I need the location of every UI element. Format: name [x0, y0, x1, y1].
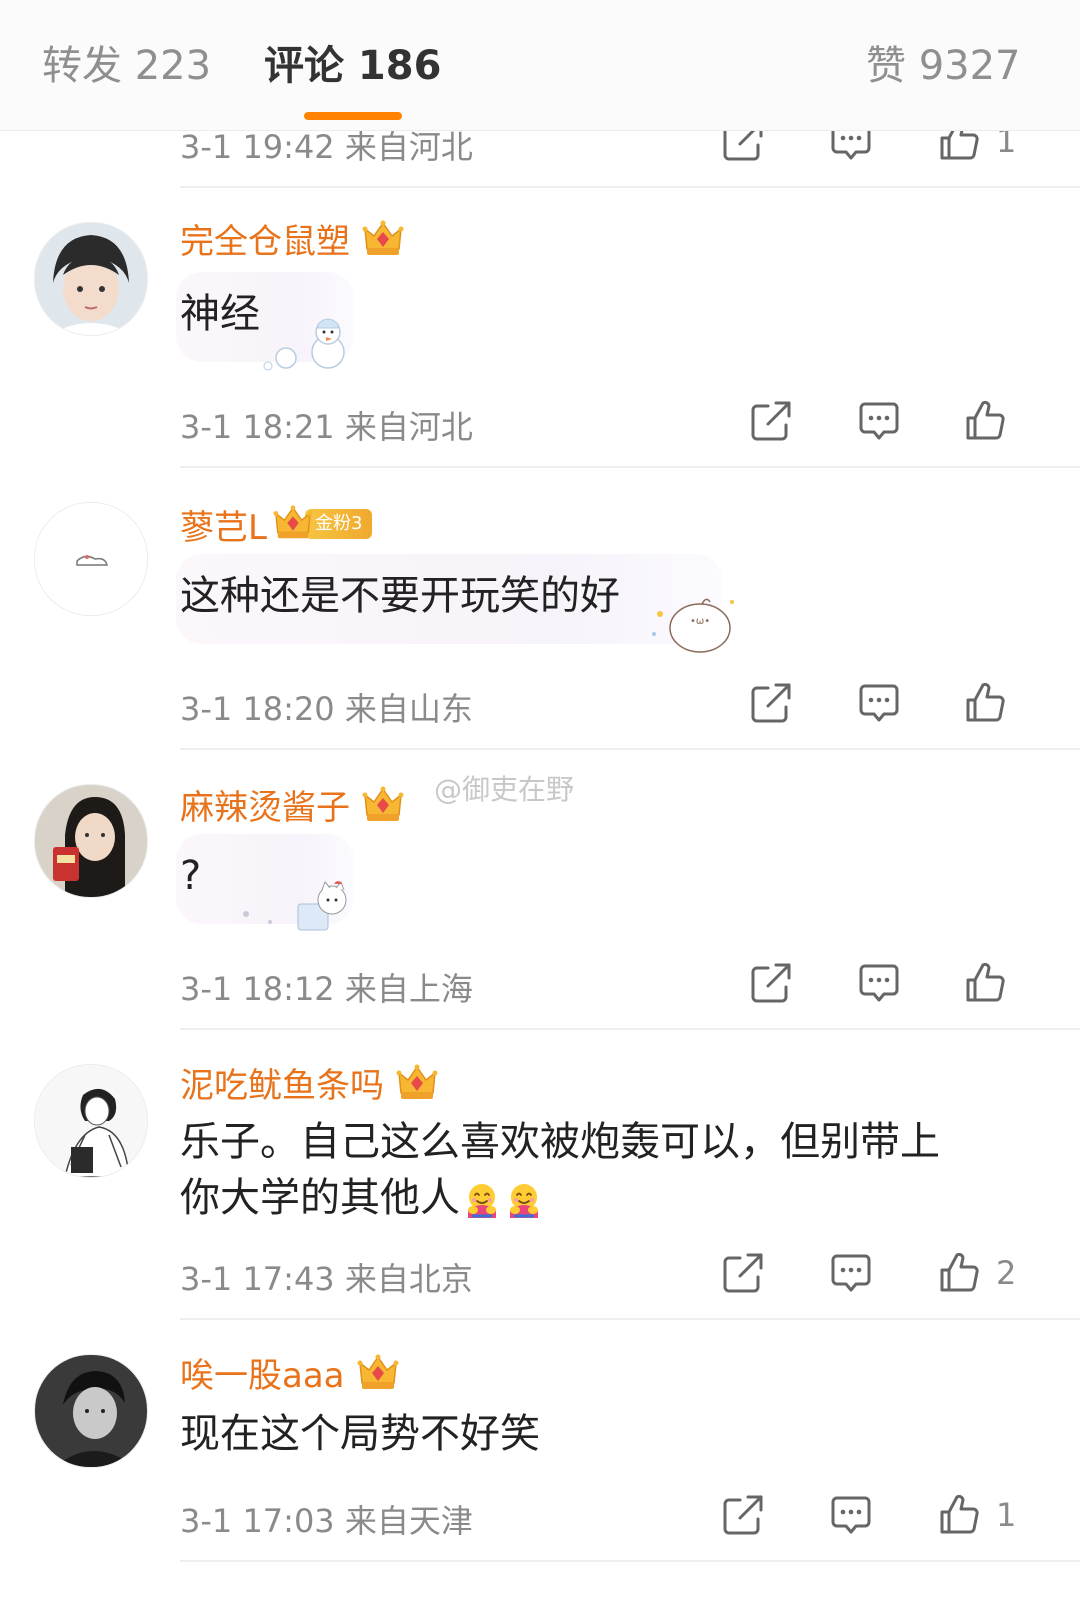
comment-icon: [828, 1492, 874, 1538]
like-button[interactable]: [936, 1492, 982, 1538]
comment-text-line-2: 你大学的其他人: [180, 1170, 544, 1226]
crown-icon: [273, 503, 313, 543]
avatar[interactable]: [34, 784, 148, 898]
comment-meta-row: 3-1 18:20 来自山东: [180, 680, 1040, 730]
divider: [180, 466, 1080, 468]
username[interactable]: 麻辣烫酱子: [180, 780, 350, 829]
snowman-sticker-icon: [263, 318, 345, 371]
fan-badge-label: 金粉3: [304, 508, 373, 539]
cat-gift-sticker-icon: [243, 881, 347, 931]
avatar[interactable]: [34, 502, 148, 616]
share-button[interactable]: [720, 1492, 766, 1538]
comment-icon: [856, 680, 902, 726]
comment-button[interactable]: [856, 680, 902, 726]
like-button[interactable]: [962, 398, 1008, 444]
share-button[interactable]: [748, 960, 794, 1006]
comment-icon: [828, 1250, 874, 1296]
like-count: 1: [996, 1496, 1017, 1534]
comment-meta-row: 3-1 17:03 来自天津 1: [180, 1492, 1040, 1542]
like-count: 2: [996, 1254, 1017, 1292]
avatar-image: [35, 503, 147, 615]
hug-emoji: [462, 1180, 502, 1220]
comment-text: 你大学的其他人: [180, 1175, 460, 1221]
fan-badge: 金粉3: [277, 508, 373, 541]
share-button[interactable]: [720, 1250, 766, 1296]
like-button[interactable]: [962, 960, 1008, 1006]
comment-text-line-1: 乐子。自己这么喜欢被炮轰可以，但别带上: [180, 1119, 940, 1165]
share-icon: [720, 1250, 766, 1296]
comment-button[interactable]: [856, 960, 902, 1006]
comment-feed: 3-1 19:42 来自河北 1 完全仓鼠塑 神经 3-1 18:21 来自河北…: [0, 0, 1080, 1620]
share-icon: [748, 960, 794, 1006]
divider: [180, 186, 1080, 188]
like-icon: [962, 398, 1008, 444]
comment-text: 现在这个局势不好笑: [180, 1411, 540, 1457]
comment-meta-row: 3-1 18:21 来自河北: [180, 398, 1040, 448]
crown-icon: [362, 219, 404, 259]
comment-meta: 3-1 18:20 来自山东: [180, 690, 473, 728]
comment-bubble: [176, 834, 354, 931]
comment-text: 这种还是不要开玩笑的好: [180, 573, 620, 619]
comment-button[interactable]: [856, 398, 902, 444]
comment-button[interactable]: [828, 1250, 874, 1296]
like-icon: [962, 960, 1008, 1006]
comment-meta-row: 3-1 17:43 来自北京 2: [180, 1250, 1040, 1300]
share-button[interactable]: [748, 680, 794, 726]
tab-comments[interactable]: 评论 186: [264, 38, 441, 94]
avatar-image: [35, 1355, 147, 1467]
avatar-image: [35, 1065, 147, 1177]
share-icon: [748, 398, 794, 444]
like-button[interactable]: [936, 1250, 982, 1296]
crown-icon: [357, 1353, 399, 1393]
comment-meta: 3-1 17:43 来自北京: [180, 1260, 473, 1298]
comment-meta-row: 3-1 18:12 来自上海: [180, 960, 1040, 1010]
avatar[interactable]: [34, 1354, 148, 1468]
watermark: @御吏在野: [434, 773, 575, 806]
divider: [180, 748, 1080, 750]
user-row: 完全仓鼠塑: [180, 214, 404, 266]
avatar[interactable]: [34, 1064, 148, 1178]
comment-text: ?: [180, 853, 202, 899]
tab-reposts[interactable]: 转发 223: [42, 38, 211, 94]
comment-meta: 3-1 18:21 来自河北: [180, 408, 473, 446]
divider: [180, 1560, 1080, 1562]
user-row: 唉一股aaa: [180, 1348, 399, 1400]
tab-likes[interactable]: 赞 9327: [866, 38, 1021, 94]
tab-bar: 转发 223 评论 186 赞 9327: [0, 0, 1080, 131]
comment-meta: 3-1 18:12 来自上海: [180, 970, 473, 1008]
divider: [180, 1318, 1080, 1320]
like-icon: [962, 680, 1008, 726]
like-icon: [936, 1250, 982, 1296]
avatar-image: [35, 223, 147, 335]
share-button[interactable]: [748, 398, 794, 444]
divider: [180, 1028, 1080, 1030]
like-button[interactable]: [962, 680, 1008, 726]
hug-emoji: [504, 1180, 544, 1220]
username[interactable]: 完全仓鼠塑: [180, 214, 350, 263]
user-row: 泥吃鱿鱼条吗: [180, 1058, 438, 1110]
crown-icon: [396, 1063, 438, 1103]
comment-text: 神经: [180, 291, 260, 337]
comment-icon: [856, 398, 902, 444]
username[interactable]: 唉一股aaa: [180, 1348, 345, 1397]
crown-icon: [362, 785, 404, 825]
username[interactable]: 泥吃鱿鱼条吗: [180, 1058, 384, 1107]
active-tab-indicator: [304, 112, 402, 120]
comment-icon: [856, 960, 902, 1006]
avatar[interactable]: [34, 222, 148, 336]
user-row: 麻辣烫酱子: [180, 780, 404, 832]
username[interactable]: 蓼芑L: [180, 500, 267, 549]
like-icon: [936, 1492, 982, 1538]
comment-button[interactable]: [828, 1492, 874, 1538]
svg-text:•ω•: •ω•: [690, 616, 710, 627]
avatar-image: [35, 785, 147, 897]
share-icon: [720, 1492, 766, 1538]
comment-meta: 3-1 17:03 来自天津: [180, 1502, 473, 1540]
share-icon: [748, 680, 794, 726]
bun-sticker-icon: •ω•: [652, 598, 734, 653]
user-row: 蓼芑L 金粉3: [180, 500, 373, 552]
